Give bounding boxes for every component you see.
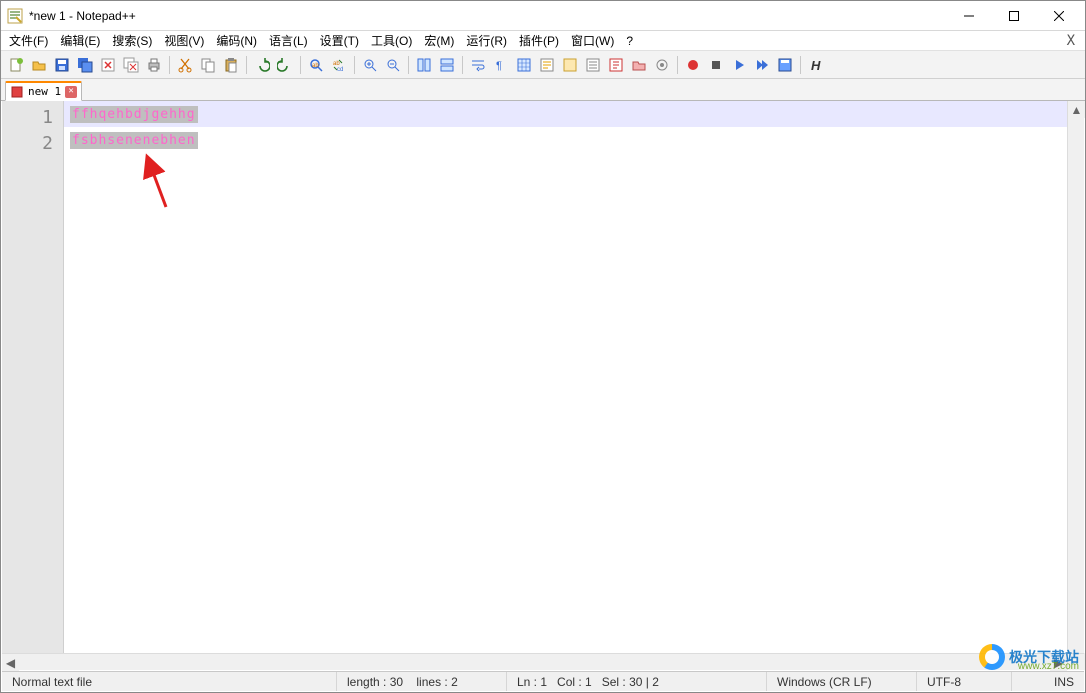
menubar: 文件(F) 编辑(E) 搜索(S) 视图(V) 编码(N) 语言(L) 设置(T…	[1, 31, 1085, 51]
minimize-button[interactable]	[946, 1, 991, 30]
doc-list-icon[interactable]	[582, 54, 604, 76]
hex-bold-icon[interactable]: H	[805, 54, 827, 76]
svg-text:ab: ab	[312, 63, 319, 69]
titlebar: *new 1 - Notepad++	[1, 1, 1085, 31]
horizontal-scrollbar[interactable]: ◀ ▶	[2, 653, 1067, 670]
status-encoding[interactable]: UTF-8	[917, 672, 1012, 691]
text-line[interactable]: fsbhsenenebhen	[64, 127, 1067, 153]
status-eol[interactable]: Windows (CR LF)	[767, 672, 917, 691]
toolbar-separator	[408, 56, 409, 74]
play-macro-icon[interactable]	[728, 54, 750, 76]
text-line[interactable]: ffhqehbdjgehhg	[64, 101, 1067, 127]
folder-workspace-icon[interactable]	[628, 54, 650, 76]
close-file-icon[interactable]	[97, 54, 119, 76]
copy-icon[interactable]	[197, 54, 219, 76]
toolbar-separator	[462, 56, 463, 74]
status-filetype: Normal text file	[2, 672, 337, 691]
save-all-icon[interactable]	[74, 54, 96, 76]
toolbar-separator	[169, 56, 170, 74]
print-icon[interactable]	[143, 54, 165, 76]
save-icon[interactable]	[51, 54, 73, 76]
show-all-chars-icon[interactable]: ¶	[490, 54, 512, 76]
zoom-out-icon[interactable]	[382, 54, 404, 76]
scroll-track[interactable]	[1068, 118, 1084, 653]
sync-h-icon[interactable]	[436, 54, 458, 76]
scrollbar-corner	[1067, 653, 1084, 670]
redo-icon[interactable]	[274, 54, 296, 76]
editor: 1 2 ffhqehbdjgehhg fsbhsenenebhen ▲ ▼	[2, 101, 1084, 670]
toolbar-separator	[800, 56, 801, 74]
monitoring-icon[interactable]	[651, 54, 673, 76]
toolbar-separator	[246, 56, 247, 74]
scroll-right-icon[interactable]: ▶	[1050, 654, 1067, 671]
text-area[interactable]: ffhqehbdjgehhg fsbhsenenebhen	[64, 101, 1067, 670]
menu-encoding[interactable]: 编码(N)	[210, 31, 263, 50]
menu-language[interactable]: 语言(L)	[263, 31, 314, 50]
cut-icon[interactable]	[174, 54, 196, 76]
find-icon[interactable]: ab	[305, 54, 327, 76]
line-number: 1	[2, 105, 63, 131]
unsaved-dot-icon	[10, 85, 24, 99]
scroll-track[interactable]	[19, 654, 1050, 670]
maximize-button[interactable]	[991, 1, 1036, 30]
close-button[interactable]	[1036, 1, 1081, 30]
line-number: 2	[2, 131, 63, 157]
toolbar: ab abcd ¶ H	[1, 51, 1085, 79]
zoom-in-icon[interactable]	[359, 54, 381, 76]
function-list-icon[interactable]	[605, 54, 627, 76]
tabstrip: new 1 ✕	[1, 79, 1085, 101]
menu-view[interactable]: 视图(V)	[158, 31, 210, 50]
undo-icon[interactable]	[251, 54, 273, 76]
scroll-up-icon[interactable]: ▲	[1068, 101, 1085, 118]
svg-text:H: H	[811, 58, 821, 73]
user-lang-icon[interactable]	[536, 54, 558, 76]
status-position: Ln : 1 Col : 1 Sel : 30 | 2	[507, 672, 767, 691]
toolbar-separator	[677, 56, 678, 74]
menu-search[interactable]: 搜索(S)	[106, 31, 158, 50]
vertical-scrollbar[interactable]: ▲ ▼	[1067, 101, 1084, 670]
close-all-icon[interactable]	[120, 54, 142, 76]
indent-guide-icon[interactable]	[513, 54, 535, 76]
menu-plugins[interactable]: 插件(P)	[513, 31, 565, 50]
menu-window[interactable]: 窗口(W)	[565, 31, 620, 50]
tab-label: new 1	[28, 85, 61, 98]
mdi-close-x[interactable]: X	[1059, 33, 1083, 49]
app-icon	[7, 8, 23, 24]
tab-close-icon[interactable]: ✕	[65, 86, 77, 98]
annotation-arrow-icon	[136, 147, 186, 217]
status-length-lines: length : 30 lines : 2	[337, 672, 507, 691]
paste-icon[interactable]	[220, 54, 242, 76]
menu-run[interactable]: 运行(R)	[460, 31, 513, 50]
open-file-icon[interactable]	[28, 54, 50, 76]
replace-icon[interactable]: abcd	[328, 54, 350, 76]
menu-edit[interactable]: 编辑(E)	[54, 31, 106, 50]
save-macro-icon[interactable]	[774, 54, 796, 76]
wordwrap-icon[interactable]	[467, 54, 489, 76]
new-file-icon[interactable]	[5, 54, 27, 76]
sync-v-icon[interactable]	[413, 54, 435, 76]
status-insert-mode[interactable]: INS	[1012, 672, 1084, 691]
menu-tools[interactable]: 工具(O)	[365, 31, 418, 50]
window-title: *new 1 - Notepad++	[29, 9, 136, 23]
menu-macro[interactable]: 宏(M)	[418, 31, 460, 50]
line-number-gutter: 1 2	[2, 101, 64, 670]
menu-file[interactable]: 文件(F)	[3, 31, 54, 50]
stop-macro-icon[interactable]	[705, 54, 727, 76]
menu-settings[interactable]: 设置(T)	[314, 31, 365, 50]
toolbar-separator	[354, 56, 355, 74]
svg-text:cd: cd	[337, 67, 343, 73]
record-macro-icon[interactable]	[682, 54, 704, 76]
play-multi-icon[interactable]	[751, 54, 773, 76]
line-text: ffhqehbdjgehhg	[70, 106, 198, 123]
svg-text:¶: ¶	[496, 60, 502, 72]
menu-help[interactable]: ?	[620, 33, 639, 49]
tab-new-1[interactable]: new 1 ✕	[5, 81, 82, 101]
scroll-left-icon[interactable]: ◀	[2, 654, 19, 671]
doc-map-icon[interactable]	[559, 54, 581, 76]
toolbar-separator	[300, 56, 301, 74]
line-text: fsbhsenenebhen	[70, 132, 198, 149]
statusbar: Normal text file length : 30 lines : 2 L…	[2, 671, 1084, 691]
